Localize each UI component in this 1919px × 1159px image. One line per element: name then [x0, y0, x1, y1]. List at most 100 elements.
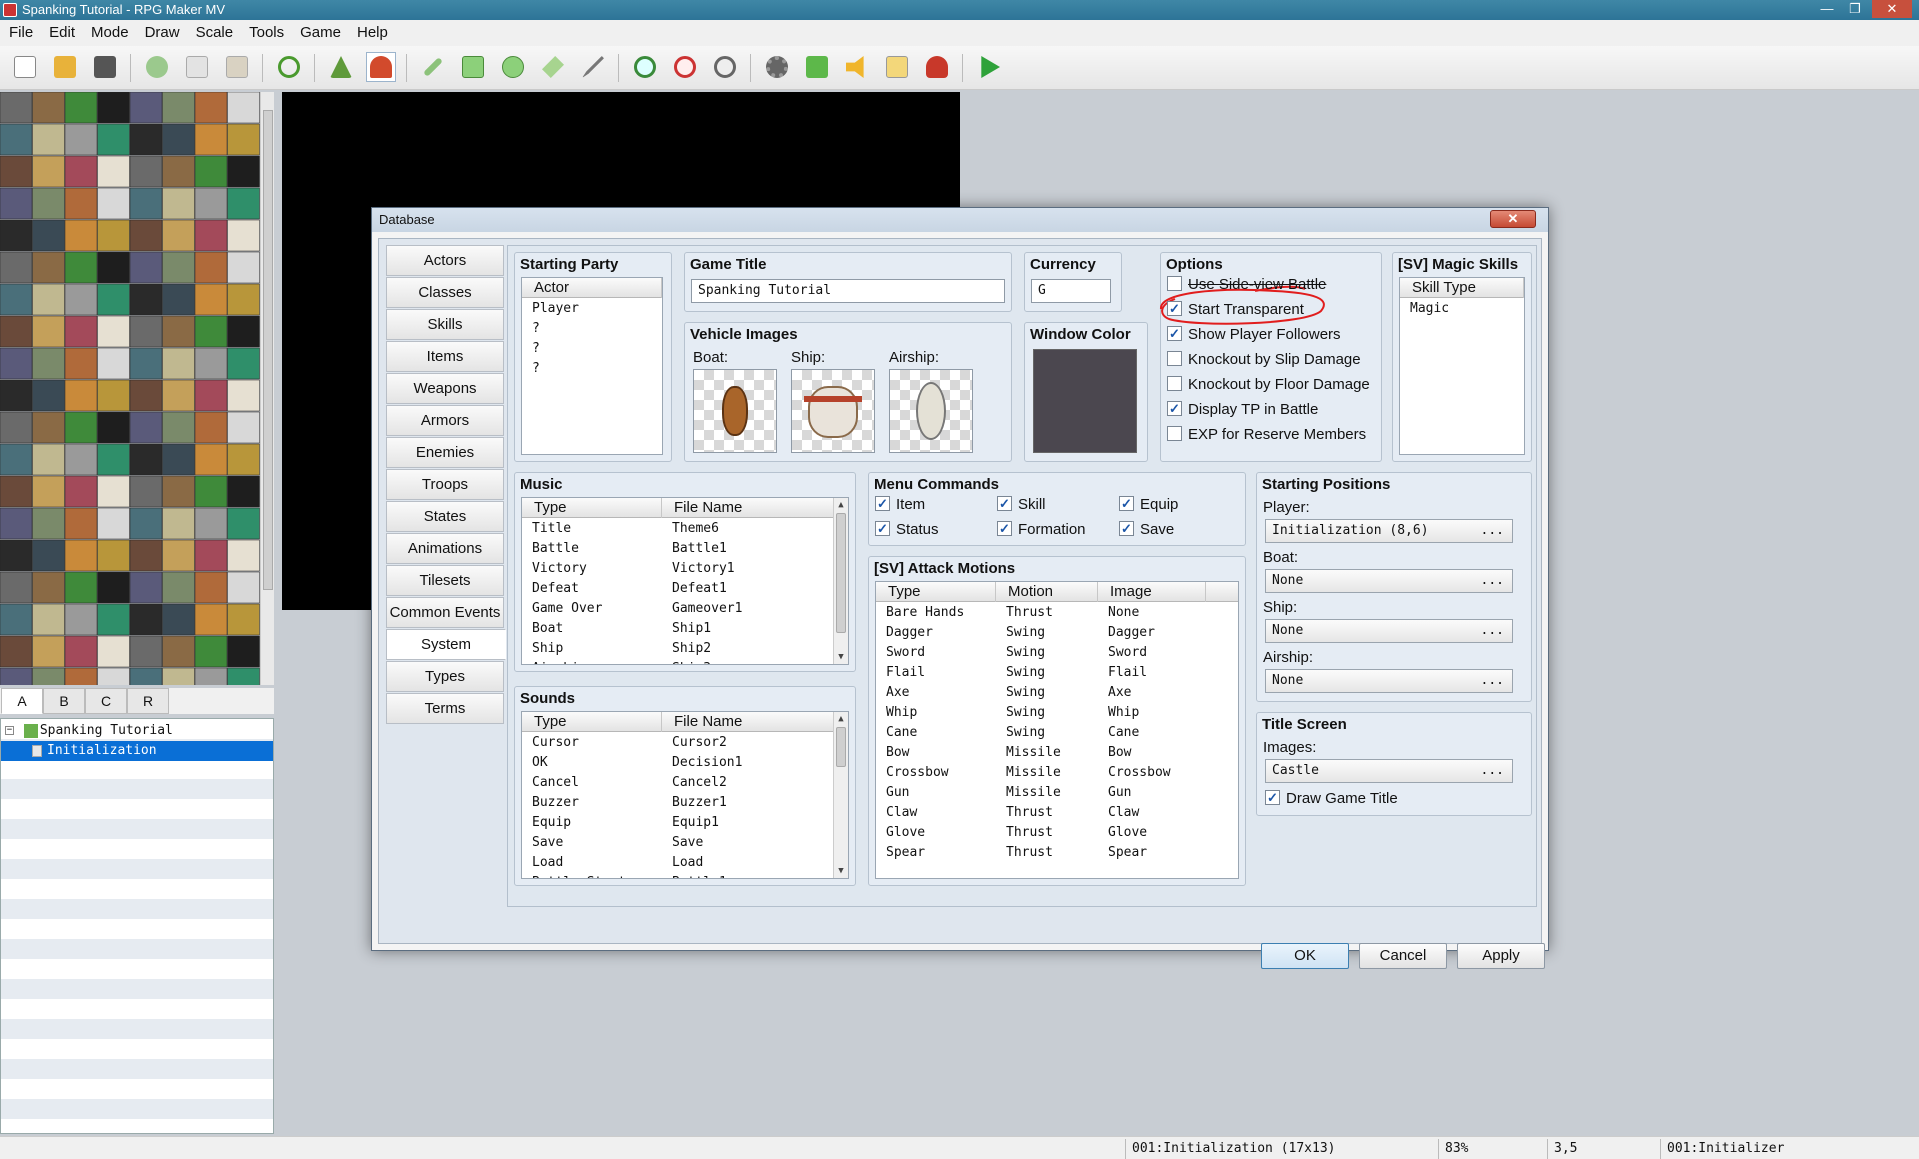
flood-fill-icon[interactable] — [538, 52, 568, 82]
actual-size-icon[interactable] — [710, 52, 740, 82]
table-row[interactable]: Axe Swing Axe — [876, 683, 1238, 703]
tileset-palette[interactable] — [0, 92, 260, 685]
nav-skills[interactable]: Skills — [386, 309, 504, 340]
collapse-icon[interactable]: − — [5, 726, 14, 735]
table-row[interactable]: Airship Ship3 — [522, 659, 848, 664]
music-list[interactable]: Type File Name Title Theme6 Battle Battle1 V… — [521, 497, 849, 665]
ok-button[interactable]: OK — [1261, 943, 1349, 969]
table-row[interactable]: Game Over Gameover1 — [522, 599, 848, 619]
table-row[interactable]: Save Save — [522, 833, 848, 853]
more-icon[interactable]: ... — [1481, 570, 1504, 592]
nav-weapons[interactable]: Weapons — [386, 373, 504, 404]
table-row[interactable]: Victory Victory1 — [522, 559, 848, 579]
option-checkbox[interactable]: Use Side-view Battle — [1167, 275, 1326, 295]
map-mode-icon[interactable] — [326, 52, 356, 82]
plugin-manager-icon[interactable] — [802, 52, 832, 82]
tileset-grid[interactable] — [0, 92, 260, 685]
ship-position-picker[interactable]: None... — [1265, 619, 1513, 643]
nav-system[interactable]: System — [386, 629, 506, 660]
boat-image[interactable] — [693, 369, 777, 453]
zoom-out-icon[interactable] — [670, 52, 700, 82]
character-generator-icon[interactable] — [922, 52, 952, 82]
checkbox-icon[interactable]: ✓ — [875, 520, 890, 536]
list-header[interactable]: Type File Name — [522, 712, 834, 732]
menu-mode[interactable]: Mode — [82, 20, 136, 41]
table-row[interactable]: Bow Missile Bow — [876, 743, 1238, 763]
music-scrollbar[interactable]: ▲ ▼ — [833, 498, 848, 664]
option-checkbox[interactable]: ✓ Start Transparent — [1167, 300, 1304, 320]
maximize-icon[interactable]: ❐ — [1842, 0, 1868, 18]
nav-common-events[interactable]: Common Events — [386, 597, 504, 628]
open-project-icon[interactable] — [50, 52, 80, 82]
scrollbar-thumb[interactable] — [263, 110, 273, 590]
nav-types[interactable]: Types — [386, 661, 504, 692]
nav-states[interactable]: States — [386, 501, 504, 532]
more-icon[interactable]: ... — [1481, 520, 1504, 542]
tileset-scrollbar[interactable] — [260, 92, 274, 685]
table-row[interactable]: Defeat Defeat1 — [522, 579, 848, 599]
table-row[interactable]: Cane Swing Cane — [876, 723, 1238, 743]
dialog-close-button[interactable]: ✕ — [1490, 210, 1536, 228]
menu-file[interactable]: File — [0, 20, 40, 41]
playtest-icon[interactable] — [974, 52, 1004, 82]
boat-position-picker[interactable]: None... — [1265, 569, 1513, 593]
sounds-list[interactable]: Type File Name Cursor Cursor2 OK Decision1 C… — [521, 711, 849, 879]
skill-type-header[interactable]: Skill Type — [1400, 278, 1524, 298]
table-row[interactable]: Dagger Swing Dagger — [876, 623, 1238, 643]
file-name-column-header[interactable]: File Name — [662, 498, 834, 518]
list-header[interactable]: Type Motion Image — [876, 582, 1238, 602]
rectangle-icon[interactable] — [458, 52, 488, 82]
menu-command-checkbox[interactable]: ✓ Save — [1119, 520, 1174, 540]
table-row[interactable]: Claw Thrust Claw — [876, 803, 1238, 823]
airship-position-picker[interactable]: None... — [1265, 669, 1513, 693]
nav-classes[interactable]: Classes — [386, 277, 504, 308]
checkbox-icon[interactable]: ✓ — [1167, 400, 1182, 416]
table-row[interactable]: Title Theme6 — [522, 519, 848, 539]
minimize-icon[interactable]: — — [1814, 0, 1840, 18]
table-row[interactable]: Sword Swing Sword — [876, 643, 1238, 663]
tab-a[interactable]: A — [1, 688, 43, 714]
menu-command-checkbox[interactable]: ✓ Formation — [997, 520, 1086, 540]
table-row[interactable]: Crossbow Missile Crossbow — [876, 763, 1238, 783]
window-color-swatch[interactable] — [1033, 349, 1137, 453]
checkbox-icon[interactable] — [1167, 425, 1182, 441]
new-project-icon[interactable] — [10, 52, 40, 82]
copy-icon[interactable] — [182, 52, 212, 82]
menu-tools[interactable]: Tools — [240, 20, 291, 41]
menu-command-checkbox[interactable]: ✓ Status — [875, 520, 939, 540]
tree-project[interactable]: − Spanking Tutorial — [5, 721, 173, 741]
database-icon[interactable] — [762, 52, 792, 82]
table-row[interactable]: Flail Swing Flail — [876, 663, 1238, 683]
menu-command-checkbox[interactable]: ✓ Equip — [1119, 495, 1178, 515]
table-row[interactable]: Gun Missile Gun — [876, 783, 1238, 803]
checkbox-icon[interactable]: ✓ — [1167, 300, 1182, 316]
undo-icon[interactable] — [274, 52, 304, 82]
list-header[interactable]: Skill Type — [1400, 278, 1524, 298]
nav-troops[interactable]: Troops — [386, 469, 504, 500]
scroll-up-icon[interactable]: ▲ — [834, 498, 848, 512]
scrollbar-thumb[interactable] — [836, 727, 846, 767]
checkbox-icon[interactable]: ✓ — [997, 495, 1012, 511]
shadow-pen-icon[interactable] — [578, 52, 608, 82]
checkbox-icon[interactable]: ✓ — [1119, 520, 1134, 536]
currency-input[interactable]: G — [1031, 279, 1111, 303]
table-row[interactable]: Whip Swing Whip — [876, 703, 1238, 723]
zoom-in-icon[interactable] — [630, 52, 660, 82]
table-row[interactable]: Glove Thrust Glove — [876, 823, 1238, 843]
nav-tilesets[interactable]: Tilesets — [386, 565, 504, 596]
option-checkbox[interactable]: EXP for Reserve Members — [1167, 425, 1366, 445]
table-row[interactable]: Battle Battle1 — [522, 539, 848, 559]
table-row[interactable]: OK Decision1 — [522, 753, 848, 773]
list-header[interactable]: Actor — [522, 278, 662, 298]
menu-command-checkbox[interactable]: ✓ Item — [875, 495, 925, 515]
table-row[interactable]: Equip Equip1 — [522, 813, 848, 833]
checkbox-icon[interactable] — [1167, 275, 1182, 291]
table-row[interactable]: Spear Thrust Spear — [876, 843, 1238, 863]
tree-map-item[interactable]: Initialization — [1, 741, 273, 761]
menu-scale[interactable]: Scale — [187, 20, 241, 41]
table-row[interactable]: Cancel Cancel2 — [522, 773, 848, 793]
scroll-down-icon[interactable]: ▼ — [834, 864, 848, 878]
table-row[interactable]: Cursor Cursor2 — [522, 733, 848, 753]
option-checkbox[interactable]: ✓ Display TP in Battle — [1167, 400, 1318, 420]
apply-button[interactable]: Apply — [1457, 943, 1545, 969]
